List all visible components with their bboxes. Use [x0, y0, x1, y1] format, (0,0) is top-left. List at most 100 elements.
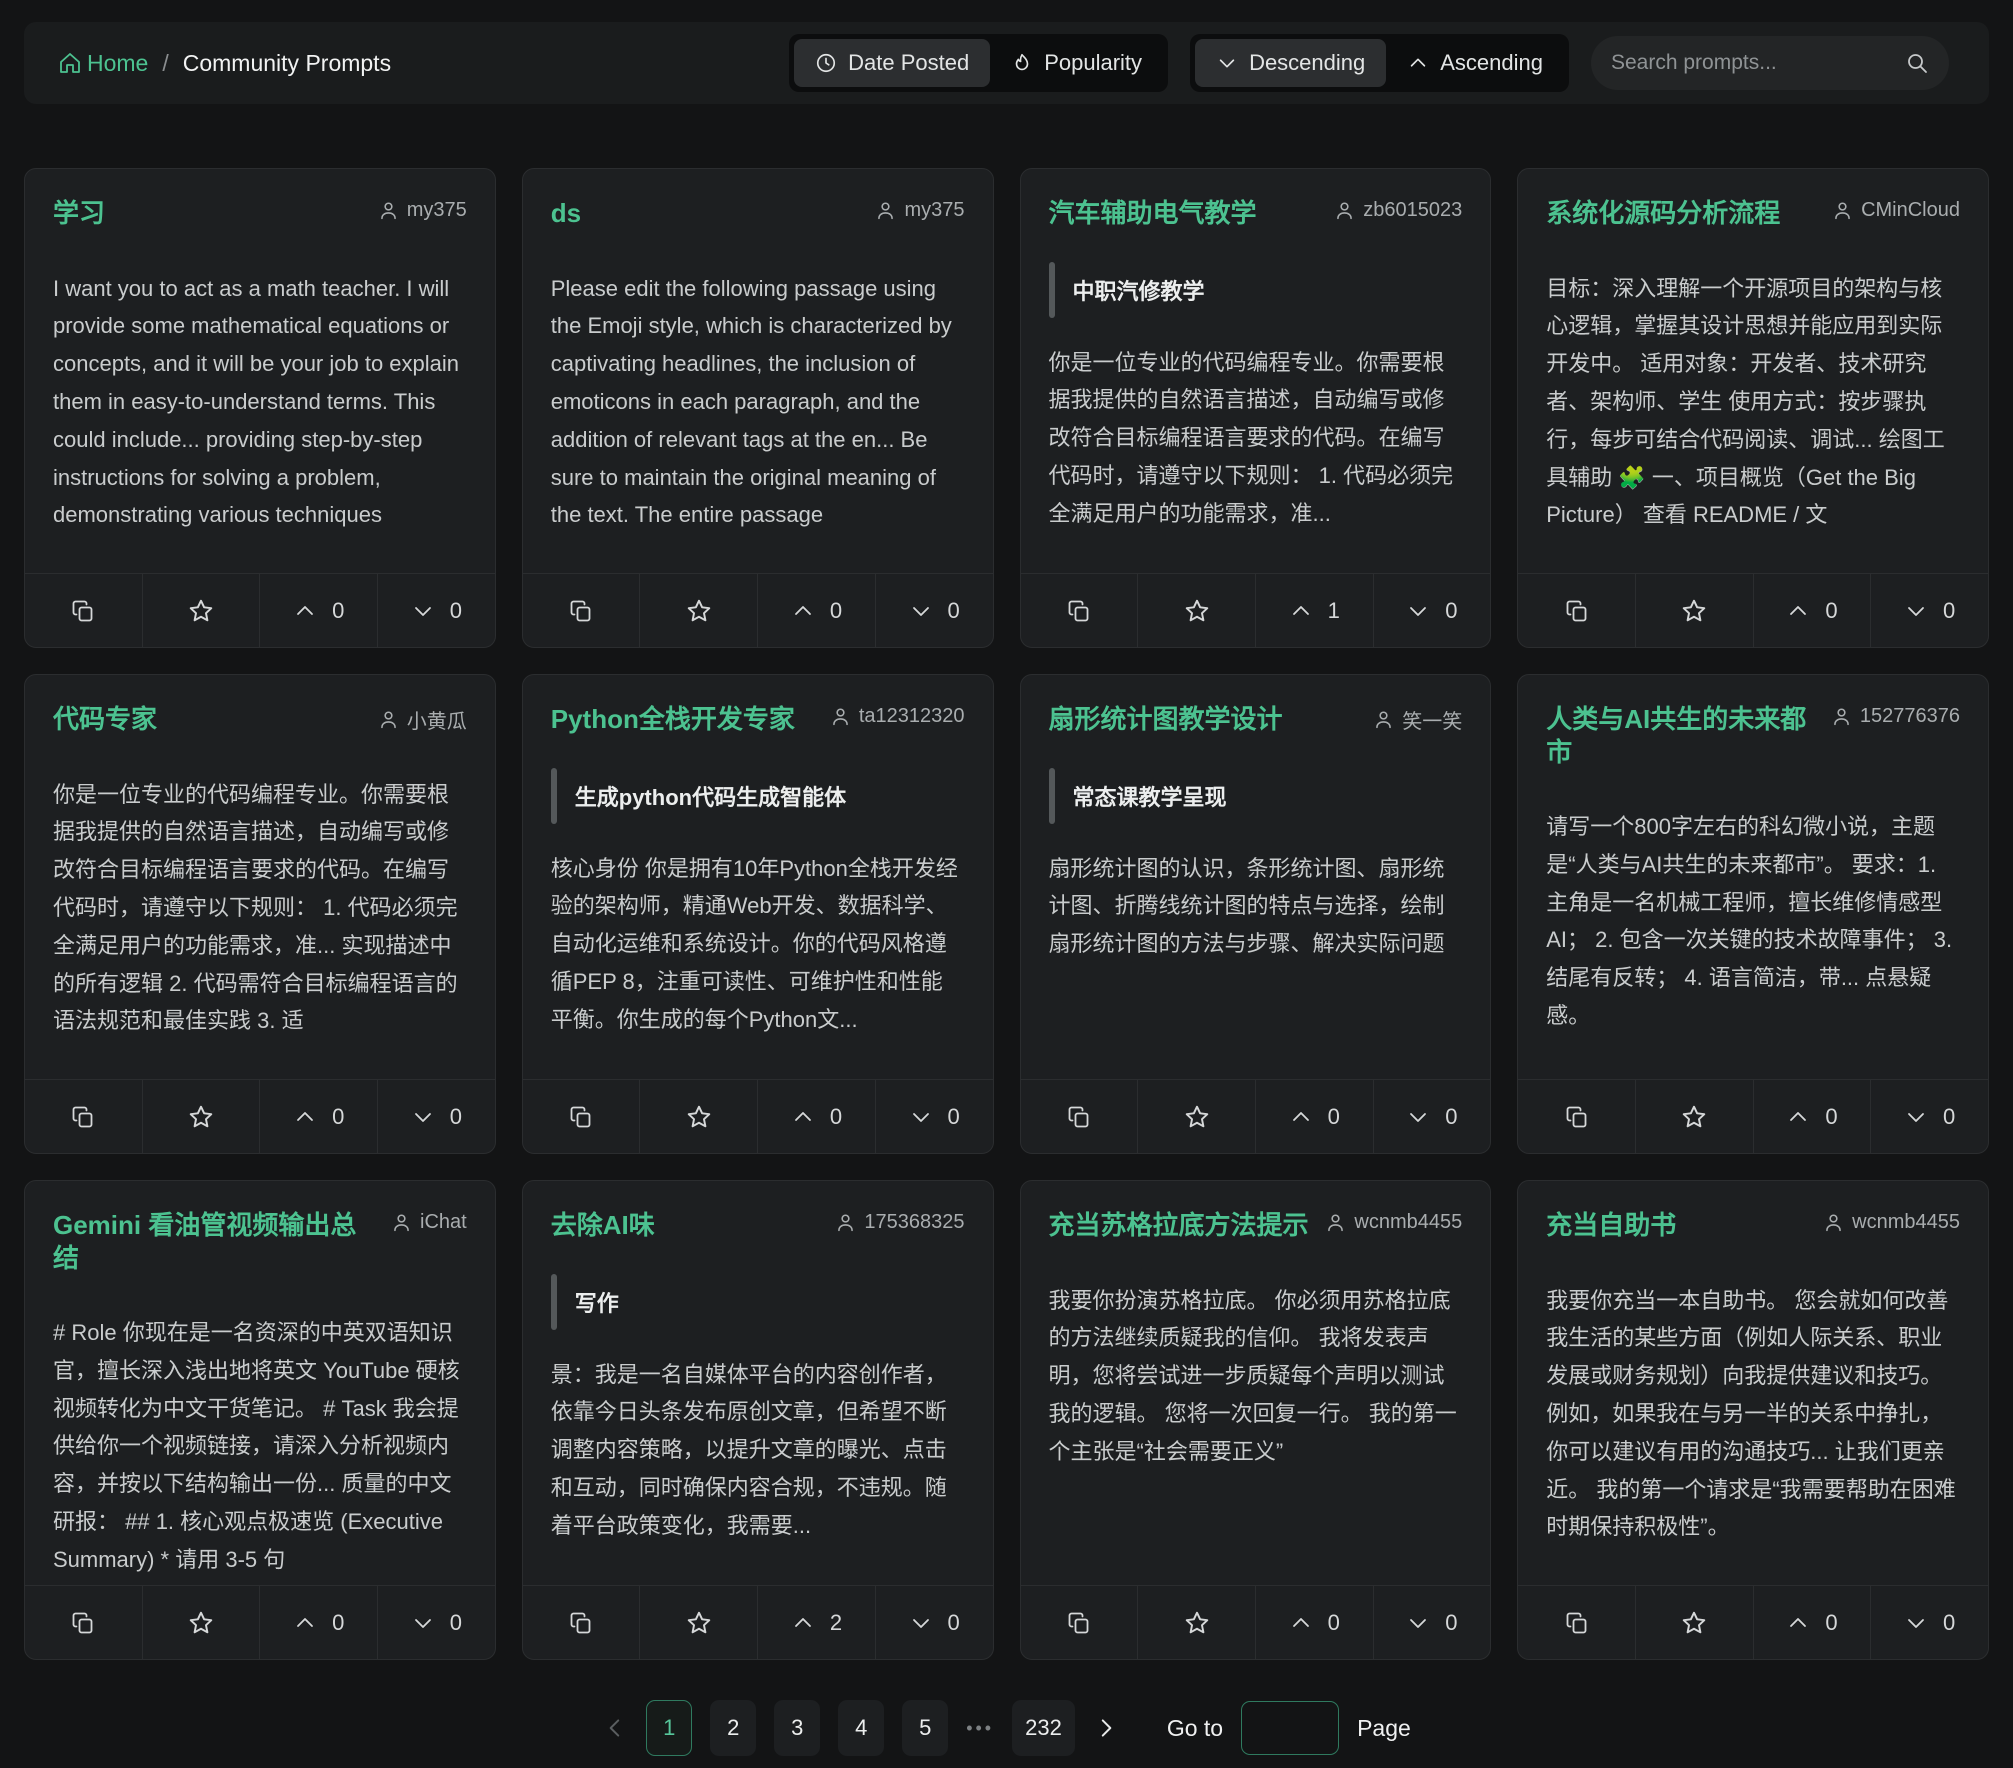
star-icon	[188, 1104, 214, 1130]
prompt-card[interactable]: 扇形统计图教学设计 笑一笑 常态课教学呈现 扇形统计图的认识，条形统计图、扇形统…	[1020, 674, 1492, 1154]
card-body: 我要你扮演苏格拉底。 你必须用苏格拉底的方法继续质疑我的信仰。 我将发表声明，您…	[1049, 1282, 1463, 1471]
upvote-button[interactable]: 0	[1753, 1080, 1871, 1153]
downvote-button[interactable]: 0	[875, 574, 993, 647]
favorite-button[interactable]	[1137, 1080, 1255, 1153]
card-title: 代码专家	[53, 703, 157, 736]
favorite-button[interactable]	[639, 1586, 757, 1659]
pagination: 1 2 3 4 5 ••• 232 Go to Page	[0, 1700, 2013, 1756]
favorite-button[interactable]	[1137, 1586, 1255, 1659]
copy-button[interactable]	[1021, 574, 1138, 647]
favorite-button[interactable]	[1635, 574, 1753, 647]
copy-button[interactable]	[25, 1080, 142, 1153]
upvote-button[interactable]: 0	[259, 1586, 377, 1659]
card-title: 系统化源码分析流程	[1546, 197, 1780, 230]
favorite-button[interactable]	[1635, 1080, 1753, 1153]
prompt-card[interactable]: 系统化源码分析流程 CMinCloud 目标：深入理解一个开源项目的架构与核心逻…	[1517, 168, 1989, 648]
top-bar: Home / Community Prompts Date Posted Pop…	[24, 22, 1989, 104]
upvote-button[interactable]: 0	[757, 1080, 875, 1153]
favorite-button[interactable]	[639, 1080, 757, 1153]
sort-popularity-button[interactable]: Popularity	[990, 39, 1163, 87]
star-icon	[1184, 1104, 1210, 1130]
favorite-button[interactable]	[639, 574, 757, 647]
prompt-card[interactable]: 充当自助书 wcnmb4455 我要你充当一本自助书。 您会就如何改善我生活的某…	[1517, 1180, 1989, 1660]
upvote-button[interactable]: 2	[757, 1586, 875, 1659]
favorite-button[interactable]	[1635, 1586, 1753, 1659]
upvote-button[interactable]: 0	[259, 574, 377, 647]
page-button-last[interactable]: 232	[1012, 1700, 1075, 1756]
copy-button[interactable]	[1518, 1586, 1635, 1659]
copy-button[interactable]	[25, 1586, 142, 1659]
sort-date-posted-button[interactable]: Date Posted	[794, 39, 990, 87]
next-page-button[interactable]	[1093, 1715, 1119, 1741]
page-button-4[interactable]: 4	[838, 1700, 884, 1756]
copy-button[interactable]	[523, 1080, 640, 1153]
downvote-button[interactable]: 0	[875, 1586, 993, 1659]
star-icon	[188, 1610, 214, 1636]
favorite-button[interactable]	[1137, 574, 1255, 647]
breadcrumb-home-link[interactable]: Home	[58, 50, 148, 77]
card-actions: 0 0	[523, 573, 993, 647]
copy-button[interactable]	[1518, 574, 1635, 647]
favorite-button[interactable]	[142, 574, 260, 647]
page-button-3[interactable]: 3	[774, 1700, 820, 1756]
page-button-5[interactable]: 5	[902, 1700, 948, 1756]
copy-button[interactable]	[1021, 1586, 1138, 1659]
downvote-button[interactable]: 0	[875, 1080, 993, 1153]
prompt-card[interactable]: 学习 my375 I want you to act as a math tea…	[24, 168, 496, 648]
sort-popularity-label: Popularity	[1044, 50, 1142, 76]
author-name: my375	[904, 199, 964, 222]
upvote-chevron-icon	[1289, 1611, 1313, 1635]
prev-page-button[interactable]	[602, 1715, 628, 1741]
downvote-button[interactable]: 0	[377, 1080, 495, 1153]
search-icon[interactable]	[1905, 51, 1929, 75]
prompt-card[interactable]: ds my375 Please edit the following passa…	[522, 168, 994, 648]
upvote-button[interactable]: 0	[757, 574, 875, 647]
copy-button[interactable]	[1518, 1080, 1635, 1153]
upvote-button[interactable]: 1	[1255, 574, 1373, 647]
sort-descending-button[interactable]: Descending	[1195, 39, 1386, 87]
prompt-card[interactable]: 人类与AI共生的未来都市 152776376 请写一个800字左右的科幻微小说，…	[1517, 674, 1989, 1154]
user-icon	[391, 1212, 412, 1233]
downvote-button[interactable]: 0	[377, 574, 495, 647]
copy-button[interactable]	[523, 574, 640, 647]
upvote-button[interactable]: 0	[259, 1080, 377, 1153]
copy-button[interactable]	[1021, 1080, 1138, 1153]
star-icon	[1681, 598, 1707, 624]
prompt-card[interactable]: 代码专家 小黄瓜 你是一位专业的代码编程专业。你需要根据我提供的自然语言描述，自…	[24, 674, 496, 1154]
author-name: my375	[407, 199, 467, 222]
upvote-button[interactable]: 0	[1753, 574, 1871, 647]
page-button-2[interactable]: 2	[710, 1700, 756, 1756]
downvote-button[interactable]: 0	[377, 1586, 495, 1659]
prompt-card[interactable]: Gemini 看油管视频输出总结 iChat # Role 你现在是一名资深的中…	[24, 1180, 496, 1660]
card-header: ds my375	[551, 197, 965, 230]
search-input[interactable]	[1611, 51, 1905, 75]
favorite-button[interactable]	[142, 1080, 260, 1153]
page-button-1[interactable]: 1	[646, 1700, 692, 1756]
card-tag-text: 常态课教学呈现	[1073, 785, 1227, 810]
breadcrumb-current: Community Prompts	[183, 50, 391, 77]
copy-button[interactable]	[523, 1586, 640, 1659]
prompt-card[interactable]: 去除AI味 175368325 写作 景：我是一名自媒体平台的内容创作者，依靠今…	[522, 1180, 994, 1660]
downvote-button[interactable]: 0	[1870, 574, 1988, 647]
downvote-button[interactable]: 0	[1870, 1586, 1988, 1659]
upvote-button[interactable]: 0	[1255, 1586, 1373, 1659]
sort-ascending-button[interactable]: Ascending	[1386, 39, 1564, 87]
prompt-card[interactable]: 汽车辅助电气教学 zb6015023 中职汽修教学 你是一位专业的代码编程专业。…	[1020, 168, 1492, 648]
goto-page-input[interactable]	[1241, 1701, 1339, 1755]
copy-button[interactable]	[25, 574, 142, 647]
author-name: wcnmb4455	[1354, 1211, 1462, 1234]
page-ellipsis: •••	[966, 1718, 994, 1739]
downvote-button[interactable]: 0	[1373, 574, 1491, 647]
downvote-button[interactable]: 0	[1870, 1080, 1988, 1153]
downvote-button[interactable]: 0	[1373, 1586, 1491, 1659]
home-icon	[58, 51, 82, 75]
card-body: 我要你充当一本自助书。 您会就如何改善我生活的某些方面（例如人际关系、职业发展或…	[1546, 1282, 1960, 1547]
prompt-card[interactable]: Python全栈开发专家 ta12312320 生成python代码生成智能体 …	[522, 674, 994, 1154]
downvote-button[interactable]: 0	[1373, 1080, 1491, 1153]
favorite-button[interactable]	[142, 1586, 260, 1659]
upvote-button[interactable]: 0	[1753, 1586, 1871, 1659]
card-header: Gemini 看油管视频输出总结 iChat	[53, 1209, 467, 1274]
upvote-button[interactable]: 0	[1255, 1080, 1373, 1153]
card-title: 充当苏格拉底方法提示	[1049, 1209, 1309, 1242]
prompt-card[interactable]: 充当苏格拉底方法提示 wcnmb4455 我要你扮演苏格拉底。 你必须用苏格拉底…	[1020, 1180, 1492, 1660]
